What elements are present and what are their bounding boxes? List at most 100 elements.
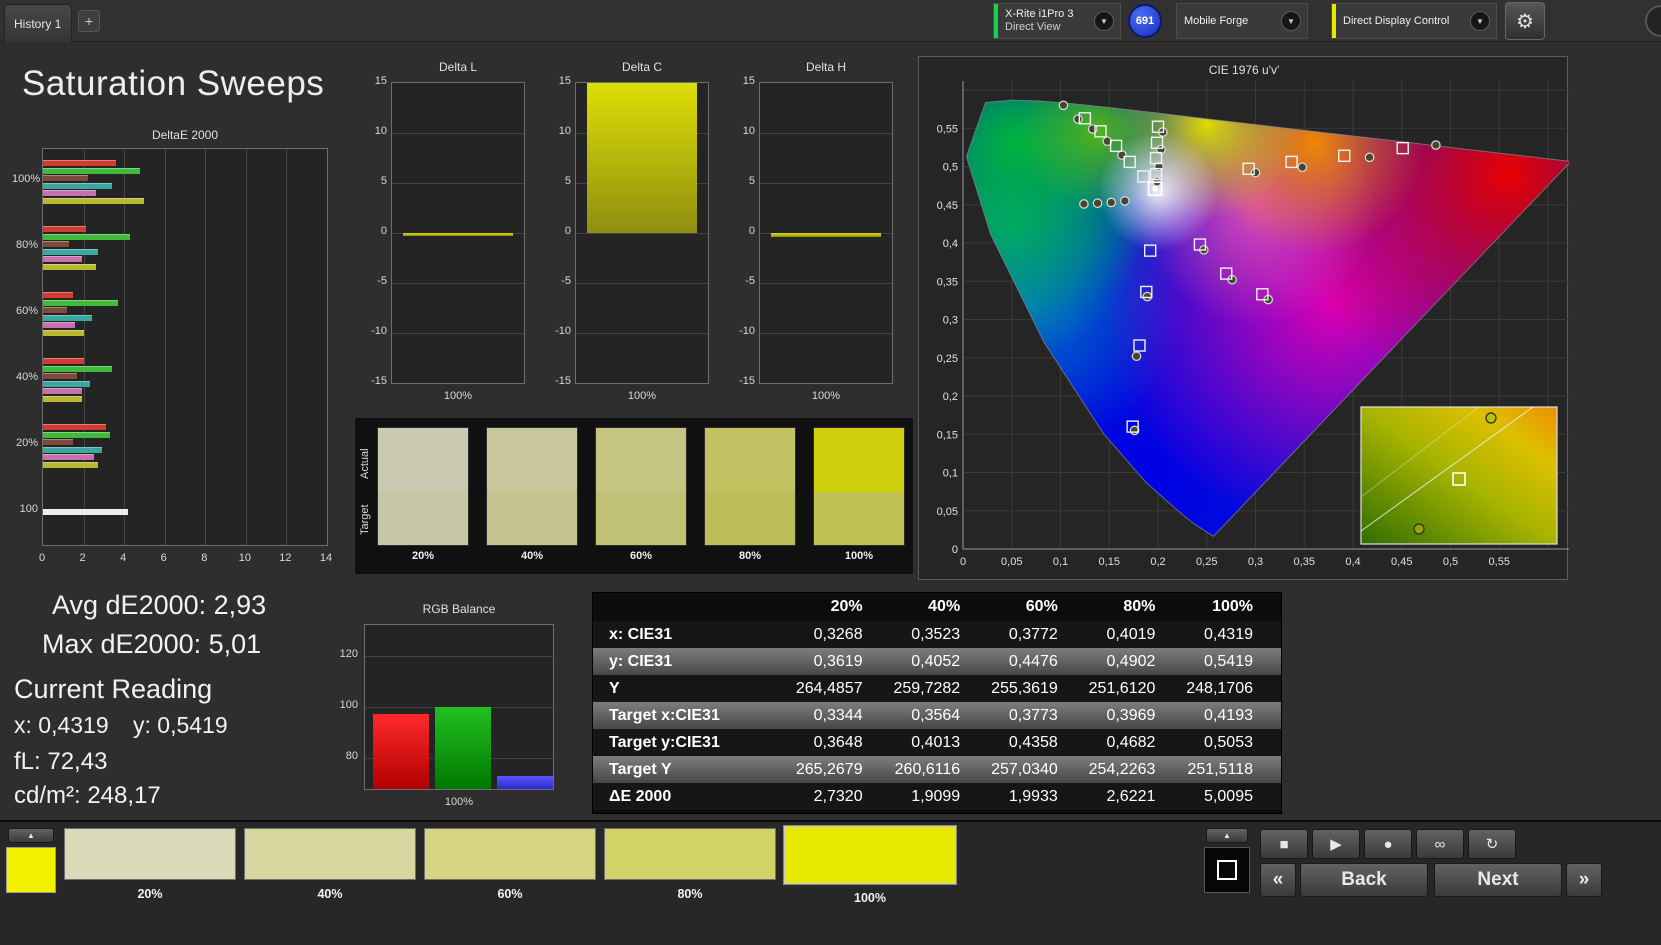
back-button[interactable]: Back [1300,863,1428,897]
table-cell: 1,9099 [911,787,961,805]
de2000-bar [43,264,96,270]
stop-icon: ■ [1279,835,1289,853]
measured-point [1079,199,1089,209]
measure-button[interactable]: ● [1364,829,1412,859]
x-tick-label: 0,2 [1150,556,1165,568]
table-cell: 0,3648 [813,733,863,751]
actual-color [596,428,686,493]
x-tick-label: 0,3 [1248,556,1263,568]
table-cell: 0,4019 [1106,625,1156,643]
history-tab[interactable]: History 1 [4,4,72,42]
display-control-dropdown[interactable]: ▼ [1470,11,1490,31]
gridline [760,333,892,334]
x-tick-label: 14 [319,552,333,564]
continuous-icon: ∞ [1434,835,1446,853]
de2000-bar [43,330,84,336]
display-control-selector[interactable]: Direct Display Control ▼ [1331,3,1497,39]
gridline [760,133,892,134]
table-cell: 260,6116 [894,760,961,778]
actual-color [487,428,577,493]
top-bar: History 1 + X-Rite i1Pro 3 Direct View ▼… [0,0,1661,42]
gridline [392,283,524,284]
x-tick-label: 0 [38,552,46,564]
x-tick-label: 0,45 [1391,556,1412,568]
delta-c-title: Delta C [621,60,662,74]
patch-swatch [244,828,416,880]
row-label: Y [609,679,620,697]
stop-button[interactable]: ■ [1260,829,1308,859]
rgb-plot [364,624,554,790]
patch-button-80%[interactable]: 80% [604,826,776,924]
gridline [286,149,288,545]
x-tick-label: 10 [238,552,251,564]
settings-button[interactable]: ⚙ [1505,2,1545,40]
loop-button[interactable]: ↻ [1468,829,1516,859]
table-cell: 251,5118 [1187,760,1253,778]
meter-count-badge[interactable]: 691 [1128,4,1162,38]
gridline [245,149,247,545]
comparison-swatch-60% [595,427,687,546]
gridline [576,333,708,334]
continuous-button[interactable]: ∞ [1416,829,1464,859]
next-button[interactable]: Next [1434,863,1562,897]
y-tick-label: 0 [748,225,755,237]
gridline [392,133,524,134]
target-row-label: Target [359,504,371,536]
expand-left-button[interactable]: ▲ [8,828,54,843]
x-tick-label: 0,5 [1443,556,1458,568]
de2000-plot [42,148,328,546]
x-tick-label: 0,4 [1345,556,1360,568]
table-cell: 0,4193 [1204,706,1253,724]
expand-right-button[interactable]: ▲ [1206,828,1248,843]
gridline [365,655,553,657]
table-cell: 0,3344 [813,706,863,724]
gridline [83,149,85,545]
patch-button-20%[interactable]: 20% [64,826,236,924]
gridline [392,333,524,334]
table-cell: 0,4319 [1204,625,1253,643]
y-tick-label: 0,05 [937,506,958,518]
source-dropdown[interactable]: ▼ [1281,11,1301,31]
y-tick-label: 10 [742,125,755,137]
y-tick-label: 15 [374,75,387,87]
patch-button-100%[interactable]: 100% [784,826,956,924]
table-cell: 0,4902 [1106,652,1156,670]
play-button[interactable]: ▶ [1312,829,1360,859]
gridline [576,233,708,234]
table-cell: 0,5419 [1204,652,1253,670]
measured-point [1142,291,1153,302]
x-tick-label: 12 [279,552,292,564]
table-cell: 1,9933 [1008,787,1058,805]
patch-button-60%[interactable]: 60% [424,826,596,924]
column-header: 100% [1212,598,1253,615]
y-tick-label: 5 [380,175,387,187]
y-tick-label: 0,3 [943,315,958,327]
de2000-bar [43,446,102,453]
cie-svg: 00 0,05 0,05 0,1 0,1 0,15 0,15 0,2 0,2 0,25 0,25 0,… [937,81,1569,568]
patch-label: 20% [137,887,163,901]
table-cell: 265,2679 [795,760,863,778]
delta-c-category: 100% [627,390,657,402]
table-cell: 0,4358 [1008,733,1058,751]
pattern-window-button[interactable] [1204,847,1250,893]
patch-swatch [64,828,236,880]
next-chevron-button[interactable]: » [1566,863,1602,897]
back-chevron-button[interactable]: « [1260,863,1296,897]
delta-c-bar [586,83,698,233]
swatch-strip-body: Actual Target 20% 40% 60% 80% 100% [355,418,913,574]
measured-point [1297,162,1308,173]
measured-point [1431,140,1441,150]
y-tick-label: -5 [377,275,387,287]
source-selector[interactable]: Mobile Forge ▼ [1176,3,1308,39]
patch-button-40%[interactable]: 40% [244,826,416,924]
meter-dropdown[interactable]: ▼ [1094,11,1114,31]
gridline [392,183,524,184]
de2000-bar [43,314,92,321]
add-tab-button[interactable]: + [78,10,100,32]
y-tick-label: 0,45 [937,200,958,212]
column-header: 80% [1123,598,1156,615]
app-status-button[interactable] [1645,5,1661,37]
y-tick-label: 0,2 [943,391,958,403]
chevron-down-icon: ▼ [1476,16,1484,26]
meter-selector[interactable]: X-Rite i1Pro 3 Direct View ▼ [993,3,1121,39]
